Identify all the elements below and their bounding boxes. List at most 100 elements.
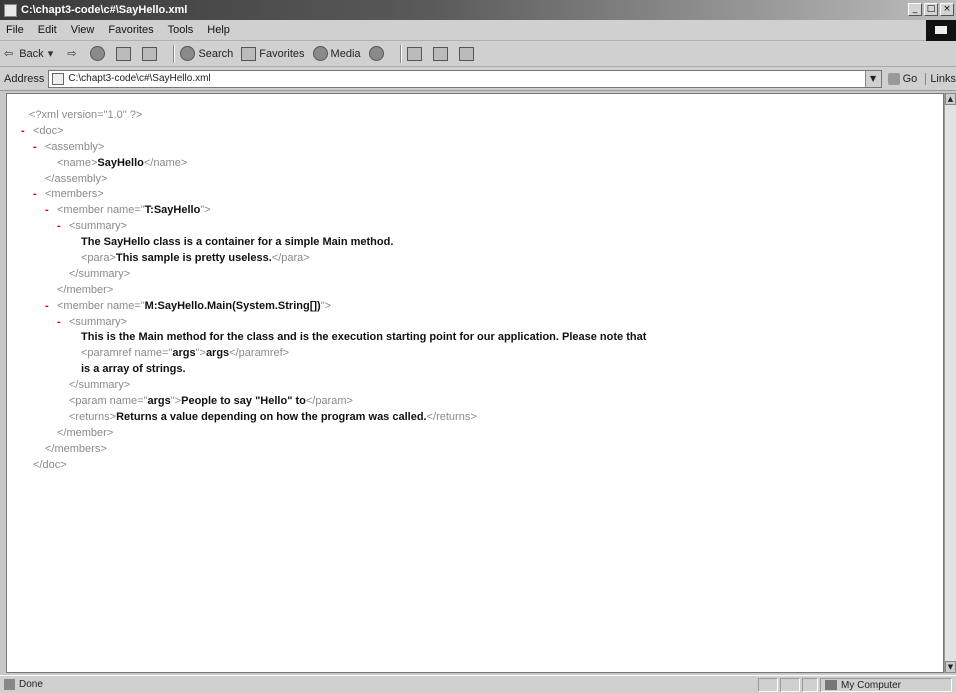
- media-icon: [312, 46, 328, 61]
- refresh-icon: [116, 46, 132, 61]
- address-dropdown-icon[interactable]: ▼: [864, 70, 881, 87]
- search-icon: [180, 46, 196, 61]
- xml-member1-close: </member>: [57, 283, 114, 296]
- collapse-toggle[interactable]: -: [57, 315, 69, 331]
- go-arrow-icon: [887, 72, 900, 85]
- xml-members-close: </members>: [45, 442, 107, 455]
- favorites-icon: [241, 46, 257, 61]
- collapse-toggle[interactable]: -: [45, 203, 57, 219]
- menu-favorites[interactable]: Favorites: [108, 24, 153, 36]
- xml-summary1-open: - <summary>: [21, 219, 943, 235]
- search-label: Search: [198, 47, 234, 60]
- xml-members-open: - <members>: [21, 187, 943, 203]
- ie-app-icon: [4, 3, 17, 17]
- window-title: C:\chapt3-code\c#\SayHello.xml: [21, 4, 188, 16]
- xml-assembly-open: - <assembly>: [21, 140, 943, 156]
- media-label: Media: [330, 47, 361, 60]
- xml-member2-open: - <member name="M:SayHello.Main(System.St…: [21, 299, 943, 315]
- toolbar-separator: [399, 44, 402, 63]
- favorites-button[interactable]: Favorites: [241, 46, 305, 61]
- scroll-up-icon[interactable]: ▲: [945, 93, 956, 105]
- status-cell: [758, 678, 778, 692]
- collapse-toggle[interactable]: -: [33, 140, 45, 156]
- status-text: Done: [19, 679, 43, 690]
- collapse-toggle[interactable]: -: [33, 187, 45, 203]
- menu-file[interactable]: File: [6, 24, 24, 36]
- xml-summary2-tail: is a array of strings.: [81, 363, 186, 376]
- home-button[interactable]: [142, 46, 160, 61]
- menu-edit[interactable]: Edit: [38, 24, 57, 36]
- xml-summary2-text: This is the Main method for the class an…: [81, 331, 647, 344]
- status-cell: [780, 678, 800, 692]
- zone-label: My Computer: [841, 679, 902, 691]
- back-button[interactable]: ⇦ Back ▾: [4, 47, 59, 60]
- refresh-button[interactable]: [116, 46, 134, 61]
- windows-logo: [926, 20, 956, 41]
- xml-doc-close: </doc>: [33, 458, 67, 471]
- vertical-scrollbar[interactable]: ▲ ▼: [944, 93, 956, 673]
- home-icon: [142, 46, 158, 61]
- print-button[interactable]: [432, 46, 451, 61]
- xml-name-element: <name>SayHello</name>: [57, 156, 188, 169]
- back-arrow-icon: ⇦: [4, 47, 14, 60]
- xml-summary2-open: - <summary>: [21, 315, 943, 331]
- search-button[interactable]: Search: [180, 46, 233, 61]
- xml-declaration: <?xml version="1.0" ?>: [29, 109, 143, 121]
- maximize-button[interactable]: □: [924, 3, 938, 16]
- done-page-icon: [4, 679, 15, 690]
- stop-button[interactable]: [90, 46, 108, 61]
- history-icon: [368, 46, 384, 61]
- edit-button[interactable]: [458, 46, 477, 61]
- back-label: Back: [19, 47, 44, 60]
- address-label: Address: [4, 72, 45, 85]
- xml-member2-close: </member>: [57, 426, 114, 439]
- go-button[interactable]: Go: [887, 72, 918, 85]
- forward-button[interactable]: ⇨: [67, 47, 82, 60]
- xml-returns-element: <returns>Returns a value depending on ho…: [69, 410, 477, 423]
- xml-summary1-close: </summary>: [69, 267, 131, 280]
- window-controls: _ □ ×: [908, 3, 954, 16]
- collapse-toggle[interactable]: -: [57, 219, 69, 235]
- address-url: C:\chapt3-code\c#\SayHello.xml: [68, 73, 211, 84]
- minimize-button[interactable]: _: [908, 3, 922, 16]
- collapse-toggle[interactable]: -: [21, 124, 33, 140]
- collapse-toggle[interactable]: -: [45, 299, 57, 315]
- menu-view[interactable]: View: [71, 24, 95, 36]
- go-label: Go: [902, 72, 918, 85]
- links-button[interactable]: Links: [925, 72, 956, 85]
- xml-document-view: <?xml version="1.0" ?> - <doc> - <assembly…: [6, 93, 944, 673]
- dropdown-arrow-icon: ▾: [47, 47, 54, 60]
- xml-summary2-close: </summary>: [69, 379, 131, 392]
- xml-assembly-close: </assembly>: [45, 172, 108, 185]
- xml-paramref-element: <paramref name="args">args</paramref>: [81, 347, 290, 360]
- xml-doc-open: - <doc>: [21, 124, 943, 140]
- toolbar: ⇦ Back ▾ ⇨ Search Favorites Media: [0, 41, 956, 67]
- menu-help[interactable]: Help: [207, 24, 230, 36]
- status-bar: Done My Computer: [0, 675, 956, 693]
- xml-para-element: <para>This sample is pretty useless.</pa…: [81, 252, 310, 265]
- title-bar: C:\chapt3-code\c#\SayHello.xml _ □ ×: [0, 0, 956, 20]
- mail-button[interactable]: [406, 46, 425, 61]
- mail-icon: [406, 46, 422, 61]
- edit-icon: [458, 46, 474, 61]
- menu-bar: File Edit View Favorites Tools Help: [0, 20, 956, 41]
- computer-icon: [825, 680, 837, 690]
- address-bar: Address C:\chapt3-code\c#\SayHello.xml ▼…: [0, 67, 956, 91]
- toolbar-separator: [173, 44, 176, 63]
- xml-summary1-text: The SayHello class is a container for a …: [81, 236, 394, 249]
- close-button[interactable]: ×: [940, 3, 954, 16]
- address-input[interactable]: C:\chapt3-code\c#\SayHello.xml ▼: [48, 69, 882, 88]
- media-button[interactable]: Media: [312, 46, 361, 61]
- page-icon: [52, 72, 65, 85]
- security-zone: My Computer: [820, 678, 952, 692]
- xml-member1-open: - <member name="T:SayHello">: [21, 203, 943, 219]
- favorites-label: Favorites: [259, 47, 305, 60]
- xml-param-element: <param name="args">People to say "Hello"…: [69, 395, 353, 408]
- history-button[interactable]: [368, 46, 387, 61]
- forward-arrow-icon: ⇨: [67, 47, 77, 60]
- print-icon: [432, 46, 448, 61]
- menu-tools[interactable]: Tools: [168, 24, 194, 36]
- status-cell: [802, 678, 818, 692]
- scroll-down-icon[interactable]: ▼: [945, 661, 956, 673]
- stop-icon: [90, 46, 106, 61]
